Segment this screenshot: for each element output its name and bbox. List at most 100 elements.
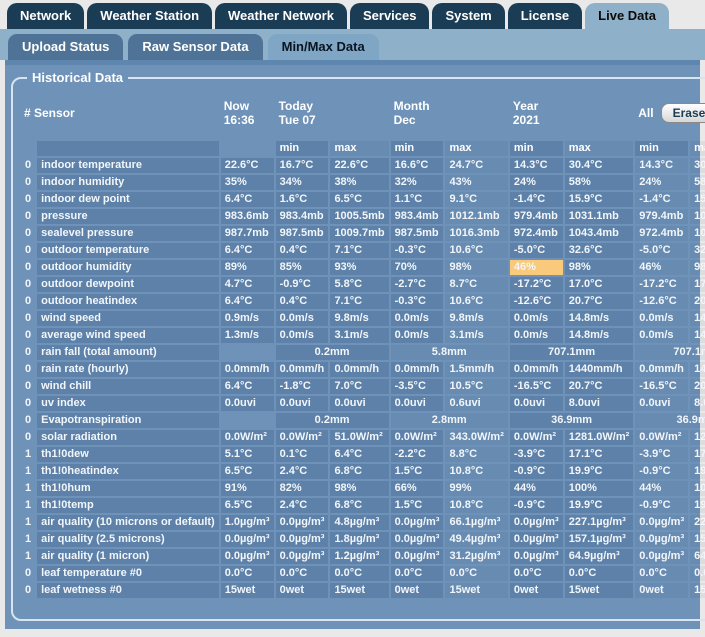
value-cell: 0.0µg/m³ bbox=[635, 532, 689, 547]
sensor-number: 0 bbox=[25, 210, 32, 222]
sensor-row-wind-speed: 0 wind speed 0.9m/s 0.0m/s 9.8m/s 0.0m/s 9.8m/… bbox=[21, 311, 705, 326]
value-cell: 2.4°C bbox=[275, 464, 329, 479]
tab-license[interactable]: License bbox=[507, 3, 583, 29]
value-cell: 10.8°C bbox=[445, 464, 508, 479]
sensor-name: air quality (1 micron) bbox=[37, 549, 219, 564]
value-cell: 0.0uvi bbox=[509, 396, 563, 411]
value-cell: 0.0uvi bbox=[390, 396, 444, 411]
tab-live-data[interactable]: Live Data bbox=[585, 3, 669, 29]
value-cell: 6.4°C bbox=[220, 243, 274, 258]
col-header-today: Today Tue 07 bbox=[278, 99, 316, 127]
subtab-bar: Upload Status Raw Sensor Data Min/Max Data bbox=[0, 29, 705, 60]
value-cell: 100% bbox=[564, 481, 634, 496]
value-cell: 6.4°C bbox=[330, 447, 389, 462]
tab-services[interactable]: Services bbox=[349, 3, 430, 29]
tab-weather-network[interactable]: Weather Network bbox=[215, 3, 347, 29]
value-cell: 4.7°C bbox=[220, 277, 274, 292]
sensor-number: 0 bbox=[25, 312, 32, 324]
tab-network[interactable]: Network bbox=[7, 3, 85, 29]
panel-title: Historical Data bbox=[32, 70, 124, 85]
value-cell: 100% bbox=[690, 481, 705, 496]
sensor-number: 1 bbox=[25, 448, 32, 460]
sensor-number: 1 bbox=[25, 482, 32, 494]
value-cell: 22.6°C bbox=[220, 158, 274, 173]
value-cell: 70% bbox=[390, 260, 444, 275]
value-cell: 0.0mm/h bbox=[275, 362, 329, 377]
value-cell: 8.0uvi bbox=[564, 396, 634, 411]
tab-weather-station[interactable]: Weather Station bbox=[87, 3, 213, 29]
value-cell: 0.0°C bbox=[445, 566, 508, 581]
sensor-number: 0 bbox=[25, 584, 32, 596]
sensor-number: 0 bbox=[25, 193, 32, 205]
col-header-sensor: # Sensor bbox=[24, 106, 75, 120]
value-cell: -1.4°C bbox=[635, 192, 689, 207]
value-cell: 7.0°C bbox=[330, 379, 389, 394]
value-cell: 1440mm/h bbox=[564, 362, 634, 377]
highlighted-value-cell[interactable]: 46% bbox=[509, 260, 563, 275]
sensor-row-outdoor-dewpoint: 0 outdoor dewpoint 4.7°C -0.9°C 5.8°C -2.7°C 8… bbox=[21, 277, 705, 292]
subtab-upload-status[interactable]: Upload Status bbox=[8, 34, 124, 60]
sensor-row-sealevel-pressure: 0 sealevel pressure 987.7mb 987.5mb 1009.7mb… bbox=[21, 226, 705, 241]
value-cell: -17.2°C bbox=[635, 277, 689, 292]
value-cell: 0.0W/m² bbox=[275, 430, 329, 445]
value-cell: 58% bbox=[564, 175, 634, 190]
value-cell: 0.0uvi bbox=[220, 396, 274, 411]
value-cell: 31.2µg/m³ bbox=[445, 549, 508, 564]
value-cell: -0.9°C bbox=[509, 464, 563, 479]
value-cell: 24% bbox=[635, 175, 689, 190]
erase-button[interactable]: Erase bbox=[660, 103, 705, 123]
subheader-year-max: max bbox=[564, 141, 634, 156]
historical-data-panel: Historical Data # Sensor Now 16:36 Today… bbox=[11, 70, 705, 621]
sensor-name: leaf wetness #0 bbox=[37, 583, 219, 598]
sensor-number: 0 bbox=[25, 567, 32, 579]
value-cell: 30.4°C bbox=[564, 158, 634, 173]
value-cell: 987.7mb bbox=[220, 226, 274, 241]
value-cell: -0.3°C bbox=[390, 243, 444, 258]
sensor-row-indoor-humidity: 0 indoor humidity 35% 34% 38% 32% 43% 24% 58% 24%… bbox=[21, 175, 705, 190]
value-cell: 20.7°C bbox=[564, 294, 634, 309]
sensor-name: indoor humidity bbox=[37, 175, 219, 190]
value-cell: 0.4°C bbox=[275, 294, 329, 309]
sensor-name: uv index bbox=[37, 396, 219, 411]
value-cell: 38% bbox=[330, 175, 389, 190]
value-cell: 10.6°C bbox=[445, 243, 508, 258]
tab-system[interactable]: System bbox=[432, 3, 505, 29]
sensor-number: 1 bbox=[25, 516, 32, 528]
value-cell: 8.0uvi bbox=[690, 396, 705, 411]
subtab-raw-sensor-data[interactable]: Raw Sensor Data bbox=[128, 34, 263, 60]
sensor-name: outdoor heatindex bbox=[37, 294, 219, 309]
value-cell: 0.0m/s bbox=[635, 311, 689, 326]
sensor-row-air-quality-2-5-microns: 1 air quality (2.5 microns) 0.0µg/m³ 0.0µg/… bbox=[21, 532, 705, 547]
value-cell: 979.4mb bbox=[635, 209, 689, 224]
sensor-name: rain fall (total amount) bbox=[37, 345, 219, 360]
value-cell: 6.4°C bbox=[220, 379, 274, 394]
value-cell: 0.0mm/h bbox=[330, 362, 389, 377]
value-cell: 44% bbox=[509, 481, 563, 496]
value-cell: 14.3°C bbox=[509, 158, 563, 173]
sensor-name: rain rate (hourly) bbox=[37, 362, 219, 377]
value-cell: 6.5°C bbox=[330, 192, 389, 207]
value-cell: 0.0µg/m³ bbox=[390, 532, 444, 547]
col-header-now: Now 16:36 bbox=[223, 99, 255, 127]
value-cell: 0.0µg/m³ bbox=[509, 532, 563, 547]
sensor-number: 0 bbox=[25, 278, 32, 290]
value-cell: 0.6uvi bbox=[445, 396, 508, 411]
sensor-row-solar-radiation: 0 solar radiation 0.0W/m² 0.0W/m² 51.0W/m² 0.… bbox=[21, 430, 705, 445]
value-cell: 0.0°C bbox=[390, 566, 444, 581]
value-cell: 3.1m/s bbox=[445, 328, 508, 343]
value-cell: 0.0m/s bbox=[509, 328, 563, 343]
value-cell: 64.9µg/m³ bbox=[690, 549, 705, 564]
value-cell: -2.2°C bbox=[390, 447, 444, 462]
value-cell: 1.8µg/m³ bbox=[330, 532, 389, 547]
value-cell: 0.0uvi bbox=[635, 396, 689, 411]
value-cell: 20.7°C bbox=[690, 379, 705, 394]
subtab-min-max-data[interactable]: Min/Max Data bbox=[267, 34, 379, 60]
value-cell: 15wet bbox=[564, 583, 634, 598]
sensor-number: 0 bbox=[25, 295, 32, 307]
sensor-name: th1!0hum bbox=[37, 481, 219, 496]
minmax-table: # Sensor Now 16:36 Today Tue 07 Month De… bbox=[19, 85, 705, 600]
value-cell: 8.7°C bbox=[445, 277, 508, 292]
sensor-name: indoor temperature bbox=[37, 158, 219, 173]
sensor-number: 0 bbox=[25, 431, 32, 443]
sensor-number: 0 bbox=[25, 227, 32, 239]
